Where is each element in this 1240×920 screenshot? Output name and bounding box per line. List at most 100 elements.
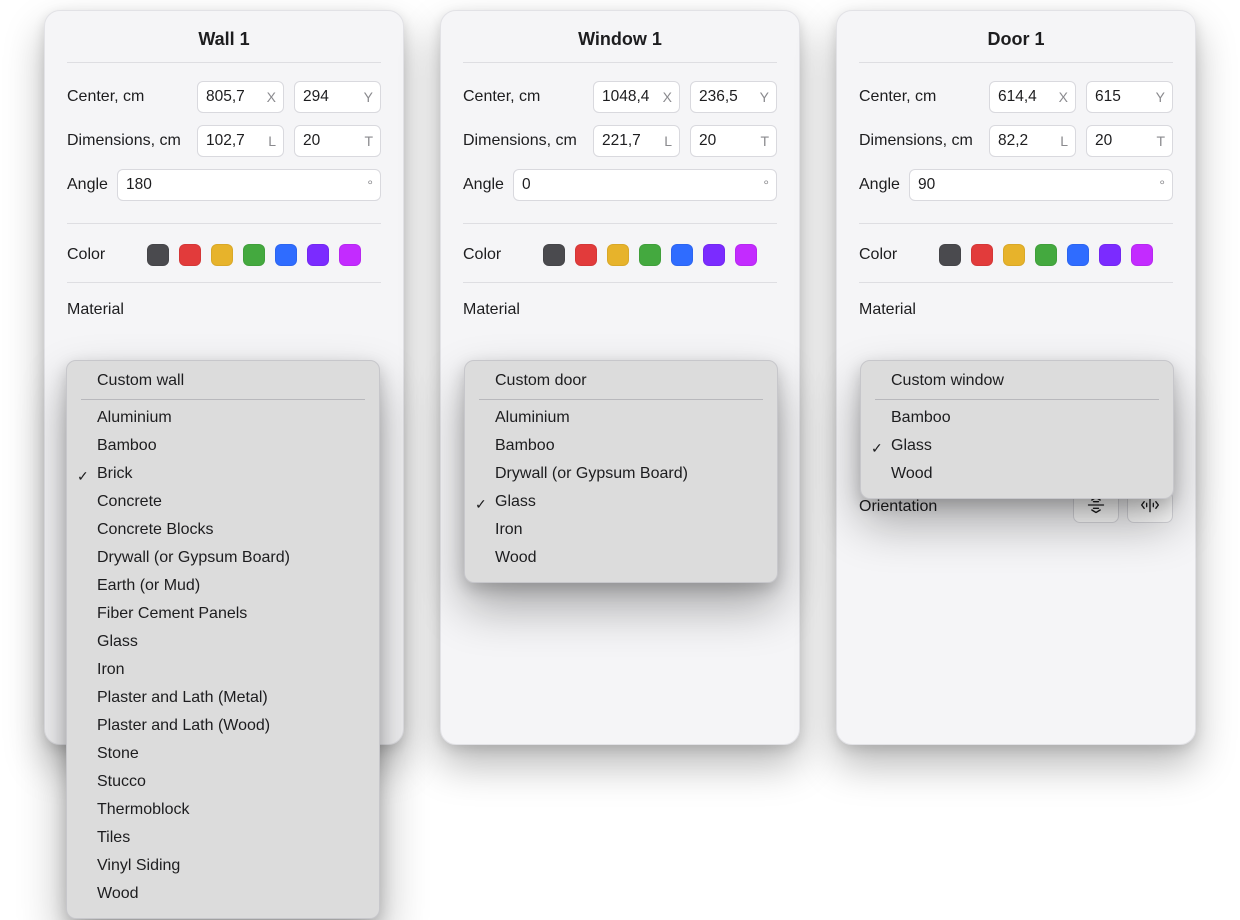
check-icon: ✓ xyxy=(475,493,487,515)
color-swatch[interactable] xyxy=(543,244,565,266)
unit-t: T xyxy=(1156,133,1165,149)
color-swatch[interactable] xyxy=(607,244,629,266)
color-swatch[interactable] xyxy=(211,244,233,266)
color-swatch[interactable] xyxy=(703,244,725,266)
color-swatch[interactable] xyxy=(1131,244,1153,266)
material-option[interactable]: Thermoblock xyxy=(67,796,379,824)
material-option[interactable]: ✓Glass xyxy=(861,432,1173,460)
material-menu-header[interactable]: Custom door xyxy=(465,367,777,395)
panel-title: Wall 1 xyxy=(67,29,381,50)
color-swatch[interactable] xyxy=(971,244,993,266)
material-option-label: Drywall (or Gypsum Board) xyxy=(495,465,688,482)
material-option-label: Stucco xyxy=(97,773,146,790)
dimensions-label: Dimensions, cm xyxy=(67,132,197,150)
panel-title: Window 1 xyxy=(463,29,777,50)
divider xyxy=(463,223,777,224)
color-swatch[interactable] xyxy=(735,244,757,266)
color-swatch[interactable] xyxy=(179,244,201,266)
material-menu-window[interactable]: Custom door AluminiumBamboo Drywall (or Gy… xyxy=(464,360,778,583)
color-swatch[interactable] xyxy=(639,244,661,266)
color-label: Color xyxy=(67,246,147,264)
color-label: Color xyxy=(463,246,543,264)
material-menu-header[interactable]: Custom window xyxy=(861,367,1173,395)
angle-input[interactable] xyxy=(513,169,777,201)
unit-x: X xyxy=(663,89,672,105)
color-swatch[interactable] xyxy=(1099,244,1121,266)
material-option-label: Drywall (or Gypsum Board) xyxy=(97,549,290,566)
material-option-label: Plaster and Lath (Wood) xyxy=(97,717,270,734)
material-option-label: Tiles xyxy=(97,829,130,846)
color-swatch[interactable] xyxy=(671,244,693,266)
color-swatches xyxy=(147,244,361,266)
divider xyxy=(67,223,381,224)
material-menu-wall[interactable]: Custom wall AluminiumBamboo✓Brick Concrete… xyxy=(66,360,380,919)
divider xyxy=(463,62,777,63)
divider xyxy=(859,282,1173,283)
unit-l: L xyxy=(1060,133,1068,149)
material-option[interactable]: Iron xyxy=(465,516,777,544)
material-option[interactable]: Bamboo xyxy=(67,432,379,460)
material-option-label: Wood xyxy=(495,549,537,566)
angle-input[interactable] xyxy=(117,169,381,201)
material-option-label: Vinyl Siding xyxy=(97,857,180,874)
material-option[interactable]: Vinyl Siding xyxy=(67,852,379,880)
material-option[interactable]: Stone xyxy=(67,740,379,768)
material-option[interactable]: Plaster and Lath (Metal) xyxy=(67,684,379,712)
dimensions-label: Dimensions, cm xyxy=(463,132,593,150)
material-option[interactable]: Wood xyxy=(861,460,1173,488)
material-option[interactable]: Drywall (or Gypsum Board) xyxy=(465,460,777,488)
material-option-label: Earth (or Mud) xyxy=(97,577,200,594)
center-label: Center, cm xyxy=(859,88,989,106)
color-swatch[interactable] xyxy=(307,244,329,266)
material-option[interactable]: Concrete xyxy=(67,488,379,516)
material-option[interactable]: Stucco xyxy=(67,768,379,796)
menu-separator xyxy=(81,399,365,400)
material-option[interactable]: Concrete Blocks xyxy=(67,516,379,544)
material-option[interactable]: Iron xyxy=(67,656,379,684)
angle-input[interactable] xyxy=(909,169,1173,201)
material-menu-header[interactable]: Custom wall xyxy=(67,367,379,395)
material-option-label: Concrete xyxy=(97,493,162,510)
material-option[interactable]: Fiber Cement Panels xyxy=(67,600,379,628)
color-swatch[interactable] xyxy=(1067,244,1089,266)
dimensions-label: Dimensions, cm xyxy=(859,132,989,150)
material-option-label: Glass xyxy=(495,493,536,510)
material-option-label: Stone xyxy=(97,745,139,762)
material-option[interactable]: Plaster and Lath (Wood) xyxy=(67,712,379,740)
divider xyxy=(67,282,381,283)
material-option[interactable]: Bamboo xyxy=(465,432,777,460)
material-option[interactable]: Aluminium xyxy=(67,404,379,432)
panel-title: Door 1 xyxy=(859,29,1173,50)
material-option[interactable]: Aluminium xyxy=(465,404,777,432)
material-option[interactable]: Bamboo xyxy=(861,404,1173,432)
material-option[interactable]: Tiles xyxy=(67,824,379,852)
unit-deg: ° xyxy=(367,177,373,193)
material-menu-door[interactable]: Custom window Bamboo ✓Glass Wood xyxy=(860,360,1174,499)
color-swatch[interactable] xyxy=(1003,244,1025,266)
check-icon: ✓ xyxy=(77,465,89,487)
material-option-label: Fiber Cement Panels xyxy=(97,605,247,622)
color-swatch[interactable] xyxy=(243,244,265,266)
menu-separator xyxy=(875,399,1159,400)
color-swatch[interactable] xyxy=(339,244,361,266)
material-option[interactable]: Wood xyxy=(465,544,777,572)
material-option[interactable]: ✓Brick xyxy=(67,460,379,488)
material-option[interactable]: Drywall (or Gypsum Board) xyxy=(67,544,379,572)
material-option[interactable]: Wood xyxy=(67,880,379,908)
color-swatch[interactable] xyxy=(1035,244,1057,266)
color-swatch[interactable] xyxy=(275,244,297,266)
material-label: Material xyxy=(859,301,1173,319)
color-swatch[interactable] xyxy=(147,244,169,266)
color-swatches xyxy=(939,244,1153,266)
material-option[interactable]: Earth (or Mud) xyxy=(67,572,379,600)
material-option[interactable]: Glass xyxy=(67,628,379,656)
material-option-label: Wood xyxy=(891,465,933,482)
unit-x: X xyxy=(1059,89,1068,105)
color-swatch[interactable] xyxy=(575,244,597,266)
unit-y: Y xyxy=(364,89,373,105)
material-option-label: Bamboo xyxy=(891,409,951,426)
color-swatch[interactable] xyxy=(939,244,961,266)
material-option-label: Thermoblock xyxy=(97,801,189,818)
unit-x: X xyxy=(267,89,276,105)
material-option[interactable]: ✓ Glass xyxy=(465,488,777,516)
